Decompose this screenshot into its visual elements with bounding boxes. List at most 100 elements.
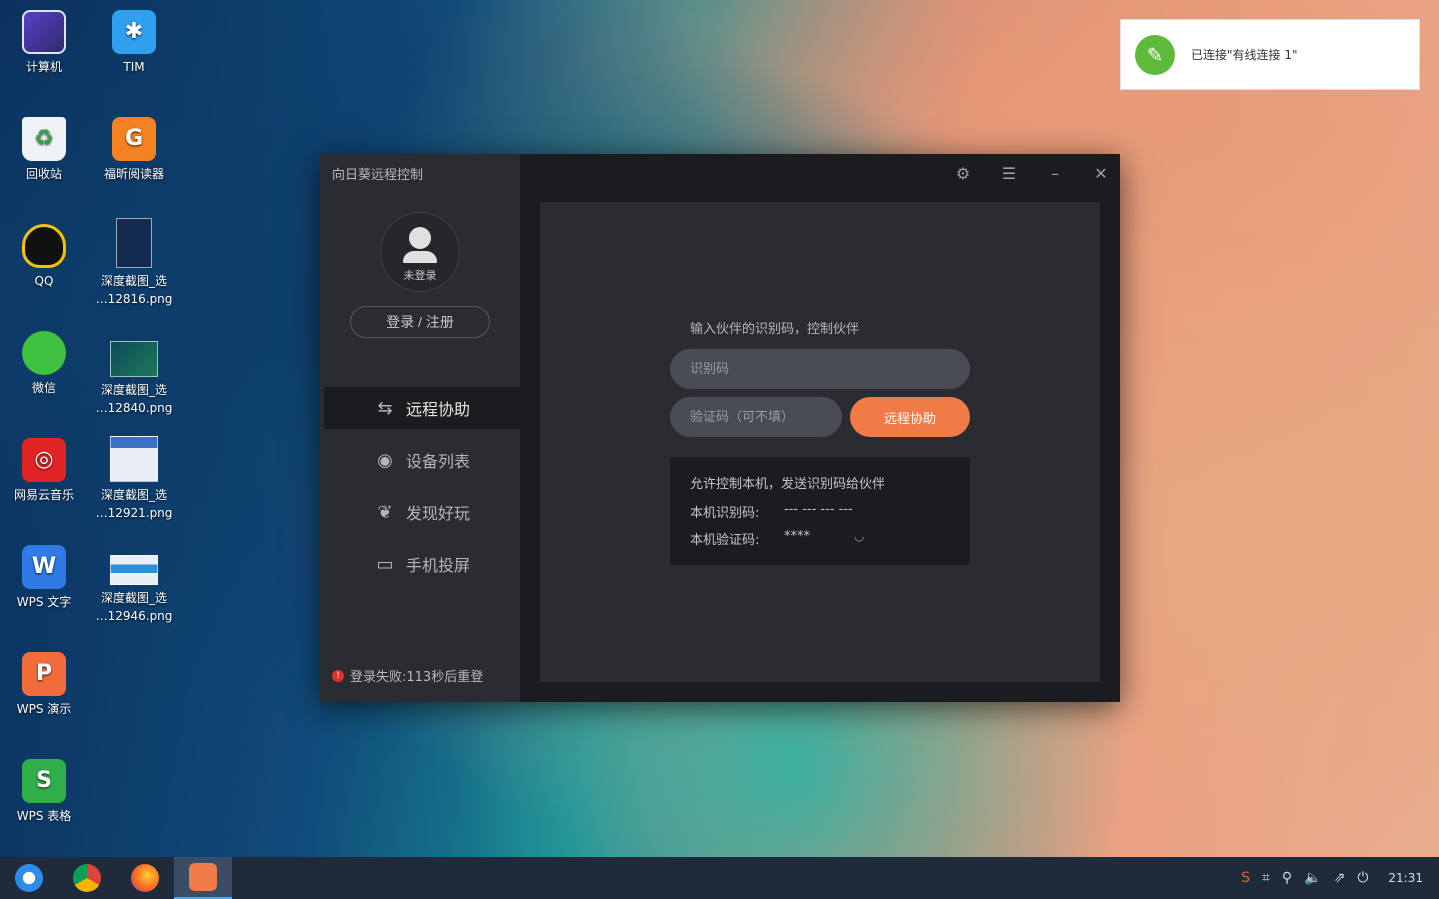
tim-icon: ✱	[112, 10, 156, 54]
screenshot-file-icon	[116, 218, 152, 268]
desktop-icon-label: 深度截图_选 …12946.png	[95, 591, 173, 623]
local-id-label: 本机识别码:	[690, 506, 760, 521]
desktop-icon-label: 网易云音乐	[13, 488, 74, 502]
taskbar-sunlogin[interactable]	[174, 857, 232, 899]
desktop-icon-foxit[interactable]: G 福昕阅读器	[92, 117, 176, 183]
menu-icon[interactable]: ☰	[997, 162, 1021, 186]
desktop-icon-label: 深度截图_选 …12921.png	[95, 488, 173, 520]
nav-item-label: 发现好玩	[405, 504, 470, 523]
error-icon: !	[332, 669, 344, 682]
network-notification[interactable]: ✎ 已连接"有线连接 1"	[1120, 19, 1420, 90]
desktop-icon-label: WPS 演示	[16, 702, 72, 716]
volume-icon[interactable]: 🔈	[1304, 870, 1321, 886]
taskbar-firefox[interactable]	[116, 857, 174, 899]
desktop-icon-label: 回收站	[25, 167, 62, 181]
netease-music-icon: ◎	[22, 438, 66, 482]
desktop-icon-netease[interactable]: ◎ 网易云音乐	[2, 438, 86, 504]
desktop-icon-label: WPS 文字	[16, 595, 72, 609]
desktop-icon-label: TIM	[123, 60, 145, 74]
device-list-icon: ◉	[377, 449, 393, 471]
trash-icon: ♻	[22, 117, 66, 161]
window-title: 向日葵远程控制	[332, 168, 424, 183]
network-connected-icon: ✎	[1135, 34, 1175, 75]
desktop-icon-screenshot-1[interactable]: 深度截图_选 …12816.png	[92, 218, 176, 308]
desktop-icon-label: QQ	[34, 274, 54, 288]
system-tray: S ⌗ ⚲ 🔈 ⇗ ⏻ 21:31	[1229, 857, 1431, 899]
firefox-icon	[131, 864, 159, 892]
remote-assist-panel: 输入伙伴的识别码，控制伙伴 远程协助 允许控制本机，发送识别码给伙伴 本机识别码…	[540, 202, 1100, 682]
login-error-status: ! 登录失败:113秒后重登	[332, 666, 483, 685]
taskbar: S ⌗ ⚲ 🔈 ⇗ ⏻ 21:31	[0, 857, 1439, 899]
nav-item-device-list[interactable]: ◉ 设备列表	[324, 439, 520, 481]
show-password-eye-icon[interactable]: ◡	[854, 529, 864, 548]
desktop-icon-screenshot-3[interactable]: 深度截图_选 …12921.png	[92, 436, 176, 522]
desktop-icon-screenshot-4[interactable]: 深度截图_选 …12946.png	[92, 547, 176, 625]
desktop-icon-tim[interactable]: ✱ TIM	[92, 10, 176, 76]
tray-app-icon[interactable]: ⌗	[1262, 870, 1270, 886]
nav-item-screen-cast[interactable]: ▭ 手机投屏	[324, 543, 520, 585]
login-register-button[interactable]: 登录 / 注册	[350, 306, 490, 338]
partner-id-input[interactable]	[670, 349, 970, 389]
remote-assist-icon: ⇆	[377, 397, 393, 419]
wechat-icon	[22, 331, 66, 375]
input-method-icon[interactable]: S	[1241, 870, 1250, 886]
partner-hint: 输入伙伴的识别码，控制伙伴	[690, 322, 860, 337]
sunlogin-window: 向日葵远程控制 未登录 登录 / 注册 ⇆ 远程协助 ◉ 设备列表 ❦ 发现好玩…	[320, 154, 1120, 702]
local-info-card: 允许控制本机，发送识别码给伙伴 本机识别码: --- --- --- --- 本…	[670, 457, 970, 565]
local-code-value: ****	[784, 529, 810, 544]
screenshot-file-icon	[110, 555, 158, 585]
screenshot-file-icon	[110, 341, 158, 377]
close-icon[interactable]: ✕	[1089, 162, 1113, 186]
nav-item-label: 远程协助	[405, 400, 470, 419]
foxit-reader-icon: G	[112, 117, 156, 161]
desktop-icon-wps-presentation[interactable]: P WPS 演示	[2, 652, 86, 718]
desktop-icon-qq[interactable]: QQ	[2, 224, 86, 290]
wps-writer-icon: W	[22, 545, 66, 589]
qq-icon	[22, 224, 66, 268]
taskbar-chrome[interactable]	[58, 857, 116, 899]
desktop-icon-wps-spreadsheet[interactable]: S WPS 表格	[2, 759, 86, 825]
deepin-launcher-icon	[15, 864, 43, 892]
chrome-icon	[73, 864, 101, 892]
notification-text: 已连接"有线连接 1"	[1191, 48, 1298, 62]
usb-icon[interactable]: ⚲	[1282, 870, 1292, 886]
computer-icon	[22, 10, 66, 54]
login-error-text: 登录失败:113秒后重登	[350, 670, 484, 685]
desktop-icon-label: 微信	[31, 381, 56, 395]
screenshot-file-icon	[110, 436, 158, 482]
desktop-icon-wps-writer[interactable]: W WPS 文字	[2, 545, 86, 611]
nav-item-discover[interactable]: ❦ 发现好玩	[324, 491, 520, 533]
wps-presentation-icon: P	[22, 652, 66, 696]
minimize-icon[interactable]: –	[1043, 162, 1067, 186]
desktop-icon-label: WPS 表格	[16, 809, 72, 823]
clock[interactable]: 21:31	[1388, 871, 1423, 885]
desktop-icon-label: 深度截图_选 …12816.png	[95, 274, 173, 306]
nav-item-label: 手机投屏	[405, 556, 470, 575]
desktop-icon-label: 计算机	[25, 60, 62, 74]
network-icon[interactable]: ⇗	[1334, 870, 1346, 886]
screen-cast-icon: ▭	[376, 553, 394, 575]
remote-assist-button[interactable]: 远程协助	[850, 397, 970, 437]
avatar-label: 未登录	[403, 269, 437, 282]
nav-item-remote-assist[interactable]: ⇆ 远程协助	[324, 387, 520, 429]
desktop-icon-trash[interactable]: ♻ 回收站	[2, 117, 86, 183]
desktop-icon-wechat[interactable]: 微信	[2, 331, 86, 397]
local-id-value: --- --- --- ---	[784, 502, 853, 517]
desktop-icon-label: 深度截图_选 …12840.png	[95, 383, 173, 415]
nav-item-label: 设备列表	[405, 452, 470, 471]
launcher-button[interactable]	[0, 857, 58, 899]
info-title: 允许控制本机，发送识别码给伙伴	[690, 477, 886, 492]
power-icon[interactable]: ⏻	[1357, 870, 1368, 886]
avatar[interactable]: 未登录	[380, 212, 460, 292]
verification-code-input[interactable]	[670, 397, 842, 437]
sunlogin-icon	[189, 863, 217, 891]
desktop-icon-computer[interactable]: 计算机	[2, 10, 86, 76]
sidebar: 向日葵远程控制 未登录 登录 / 注册 ⇆ 远程协助 ◉ 设备列表 ❦ 发现好玩…	[320, 154, 520, 702]
settings-gear-icon[interactable]: ⚙	[951, 162, 975, 186]
wps-spreadsheet-icon: S	[22, 759, 66, 803]
user-icon	[409, 227, 431, 249]
desktop-icon-label: 福昕阅读器	[103, 167, 164, 181]
discover-icon: ❦	[377, 501, 393, 523]
desktop-icon-screenshot-2[interactable]: 深度截图_选 …12840.png	[92, 333, 176, 417]
local-code-label: 本机验证码:	[690, 533, 760, 548]
